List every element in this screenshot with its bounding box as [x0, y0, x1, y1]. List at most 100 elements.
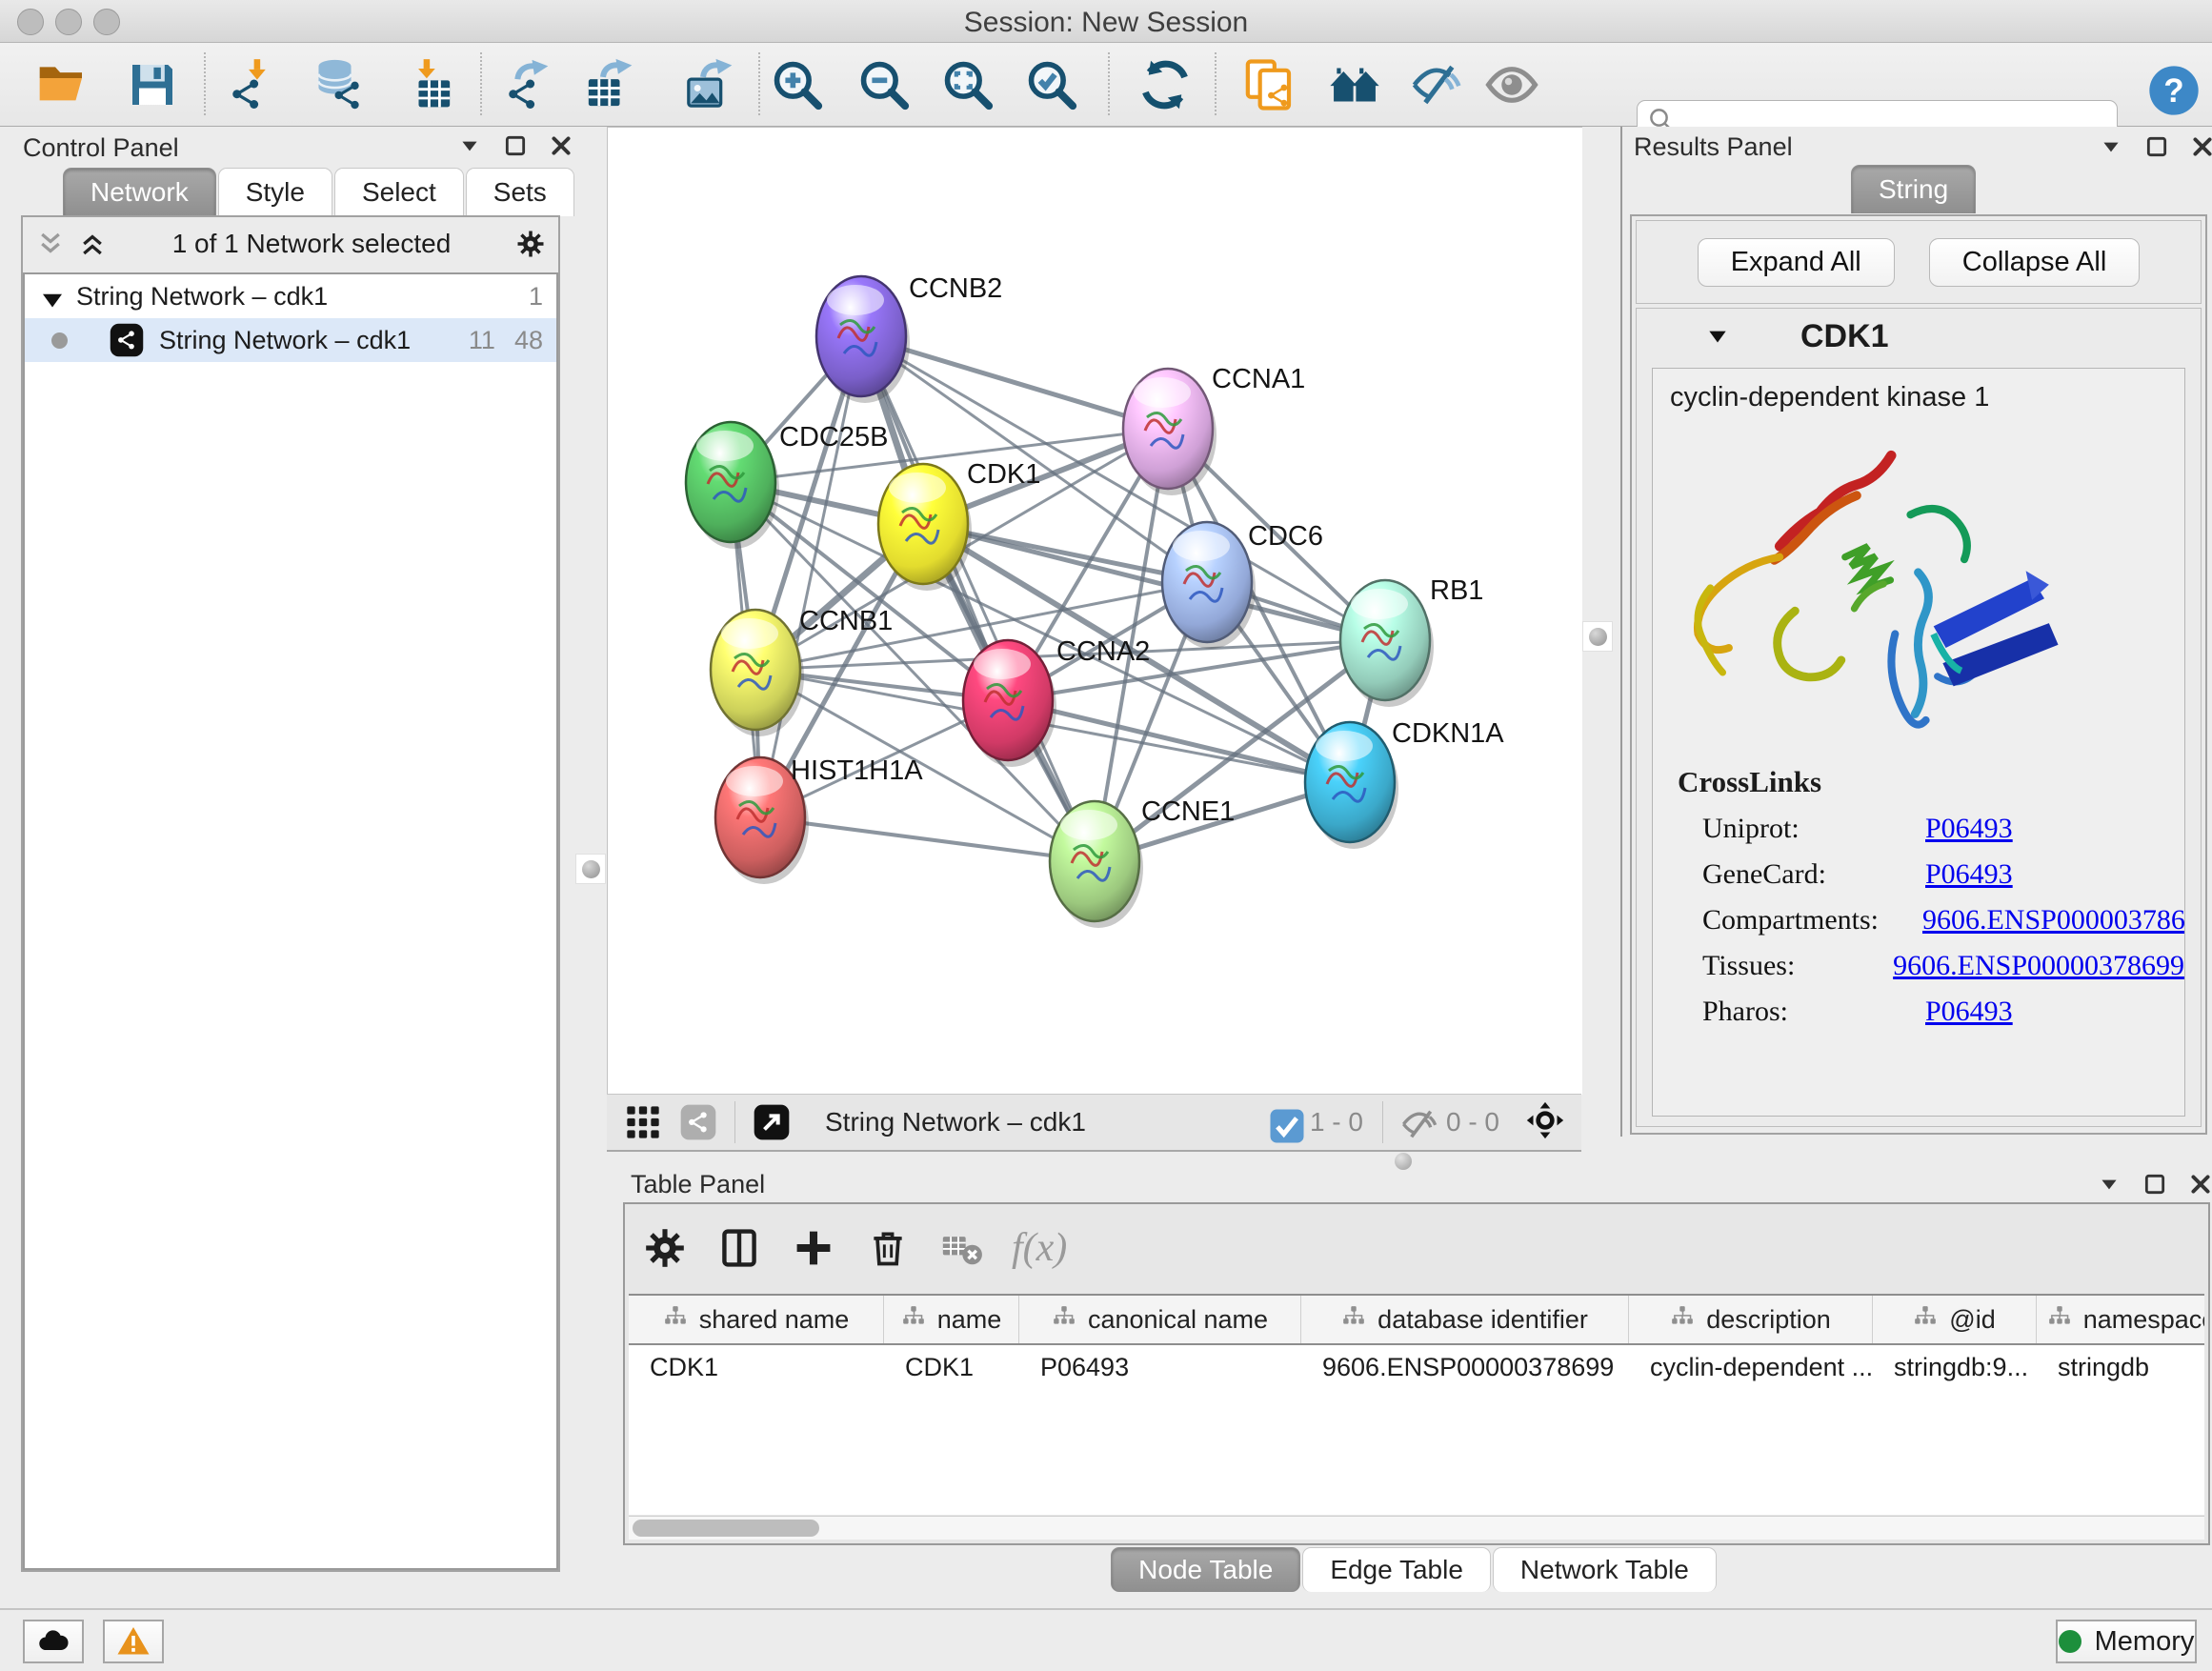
function-builder-icon[interactable]: f(x): [1012, 1225, 1067, 1271]
tab-sets[interactable]: Sets: [466, 168, 574, 216]
new-network-from-selection-icon[interactable]: [1242, 58, 1296, 111]
column-header-description[interactable]: description: [1629, 1296, 1873, 1343]
network-edge-HIST1H1A-CCNE1[interactable]: [760, 817, 1095, 861]
move-crosshair-icon[interactable]: [1526, 1101, 1568, 1143]
tab-network-table[interactable]: Network Table: [1493, 1547, 1717, 1592]
table-cell[interactable]: P06493: [1019, 1353, 1301, 1382]
hide-selected-icon[interactable]: [1410, 58, 1463, 111]
network-edge-CCNB2-HIST1H1A[interactable]: [760, 336, 861, 817]
crosslink-link[interactable]: P06493: [1925, 858, 2013, 891]
open-session-icon[interactable]: [35, 58, 89, 111]
tab-edge-table[interactable]: Edge Table: [1302, 1547, 1491, 1592]
tab-select[interactable]: Select: [334, 168, 464, 216]
memory-button[interactable]: Memory: [2056, 1620, 2197, 1663]
network-node-CDC6[interactable]: [1162, 522, 1256, 649]
tree-expand-icon[interactable]: [38, 286, 59, 307]
column-header-sharedname[interactable]: shared name: [629, 1296, 884, 1343]
export-network-icon[interactable]: [502, 58, 555, 111]
panel-close-icon[interactable]: [2190, 134, 2212, 159]
tab-style[interactable]: Style: [218, 168, 332, 216]
birdseye-view-icon[interactable]: [624, 1103, 662, 1141]
network-node-CCNB2[interactable]: [816, 276, 910, 403]
refresh-network-icon[interactable]: [1138, 58, 1192, 111]
network-node-CCNA2[interactable]: [963, 640, 1056, 767]
horizontal-splitter-handle[interactable]: [1395, 1153, 1412, 1170]
warnings-button[interactable]: [103, 1620, 164, 1663]
column-header-id[interactable]: @id: [1873, 1296, 2037, 1343]
gene-entry-header[interactable]: CDK1: [1637, 309, 2201, 364]
selected-checkbox-icon[interactable]: [1268, 1107, 1298, 1137]
attribute-type-icon: [663, 1304, 688, 1336]
panel-close-icon[interactable]: [549, 133, 573, 158]
crosslink-link[interactable]: 9606.ENSP00000378699: [1922, 904, 2185, 936]
expand-all-button[interactable]: Expand All: [1698, 238, 1895, 287]
panel-float-icon[interactable]: [2142, 1172, 2167, 1197]
share-network-icon[interactable]: [679, 1103, 717, 1141]
add-column-icon[interactable]: [793, 1227, 835, 1269]
left-splitter-handle[interactable]: [575, 854, 606, 884]
table-cell[interactable]: CDK1: [629, 1353, 884, 1382]
table-horizontal-scrollbar[interactable]: [629, 1516, 2204, 1540]
scrollbar-thumb[interactable]: [633, 1520, 819, 1537]
zoom-out-icon[interactable]: [857, 58, 911, 111]
table-cell[interactable]: stringdb: [2037, 1353, 2204, 1382]
panel-float-icon[interactable]: [503, 133, 528, 158]
right-splitter-handle[interactable]: [1582, 621, 1613, 652]
zoom-fit-icon[interactable]: [941, 58, 995, 111]
export-image-icon[interactable]: [683, 58, 736, 111]
network-node-CCNA1[interactable]: [1123, 369, 1217, 495]
table-row[interactable]: CDK1CDK1P064939606.ENSP00000378699cyclin…: [629, 1345, 2204, 1389]
save-session-icon[interactable]: [126, 58, 179, 111]
collapse-all-networks-icon[interactable]: [36, 230, 65, 258]
column-header-canonicalname[interactable]: canonical name: [1019, 1296, 1301, 1343]
zoom-selected-icon[interactable]: [1025, 58, 1078, 111]
network-node-CDK1[interactable]: [878, 464, 972, 591]
tab-string[interactable]: String: [1851, 165, 1976, 213]
column-header-databaseidentifier[interactable]: database identifier: [1301, 1296, 1629, 1343]
network-view[interactable]: CCNB2CCNA1CDC25BCDK1CDC6RB1CCNB1CCNA2CDK…: [607, 127, 1582, 1095]
table-cell[interactable]: stringdb:9...: [1873, 1353, 2037, 1382]
column-label: shared name: [699, 1305, 850, 1335]
help-button[interactable]: ?: [2147, 64, 2191, 108]
show-all-icon[interactable]: [1485, 58, 1538, 111]
table-settings-gear-icon[interactable]: [644, 1227, 686, 1269]
column-header-namespace[interactable]: namespace: [2037, 1296, 2204, 1343]
panel-close-icon[interactable]: [2188, 1172, 2212, 1197]
table-cell[interactable]: cyclin-dependent ...: [1629, 1353, 1873, 1382]
panel-collapse-icon[interactable]: [2097, 1172, 2122, 1197]
hidden-eye-icon[interactable]: [1400, 1105, 1435, 1139]
export-view-icon[interactable]: [753, 1103, 791, 1141]
table-cell[interactable]: CDK1: [884, 1353, 1019, 1382]
zoom-in-icon[interactable]: [771, 58, 824, 111]
table-toolbar: f(x): [625, 1204, 2208, 1292]
column-header-name[interactable]: name: [884, 1296, 1019, 1343]
entry-collapse-icon[interactable]: [1705, 324, 1730, 349]
delete-table-icon[interactable]: [941, 1227, 979, 1269]
network-collection-row[interactable]: String Network – cdk1 1: [25, 274, 556, 318]
export-table-icon[interactable]: [583, 58, 636, 111]
panel-collapse-icon[interactable]: [2099, 134, 2123, 159]
show-columns-icon[interactable]: [718, 1227, 760, 1269]
tab-network[interactable]: Network: [63, 168, 216, 216]
network-node-CDKN1A[interactable]: [1305, 722, 1398, 849]
string-home-icon[interactable]: [1328, 58, 1381, 111]
expand-all-networks-icon[interactable]: [78, 230, 107, 258]
network-row[interactable]: String Network – cdk1 11 48: [25, 318, 556, 362]
panel-collapse-icon[interactable]: [457, 133, 482, 158]
cloud-status-button[interactable]: [23, 1620, 84, 1663]
panel-float-icon[interactable]: [2144, 134, 2169, 159]
network-node-CCNB1[interactable]: [711, 610, 804, 736]
crosslink-link[interactable]: P06493: [1925, 813, 2013, 845]
delete-column-icon[interactable]: [867, 1227, 909, 1269]
collapse-all-button[interactable]: Collapse All: [1929, 238, 2141, 287]
network-options-gear-icon[interactable]: [516, 230, 545, 258]
network-node-RB1[interactable]: [1340, 580, 1434, 707]
crosslink-link[interactable]: 9606.ENSP00000378699: [1893, 950, 2184, 982]
tab-node-table[interactable]: Node Table: [1111, 1547, 1300, 1592]
network-node-CCNE1[interactable]: [1050, 801, 1143, 928]
table-cell[interactable]: 9606.ENSP00000378699: [1301, 1353, 1629, 1382]
import-database-icon[interactable]: [312, 58, 365, 111]
import-network-icon[interactable]: [226, 58, 279, 111]
crosslink-link[interactable]: P06493: [1925, 996, 2013, 1028]
import-table-icon[interactable]: [402, 58, 455, 111]
